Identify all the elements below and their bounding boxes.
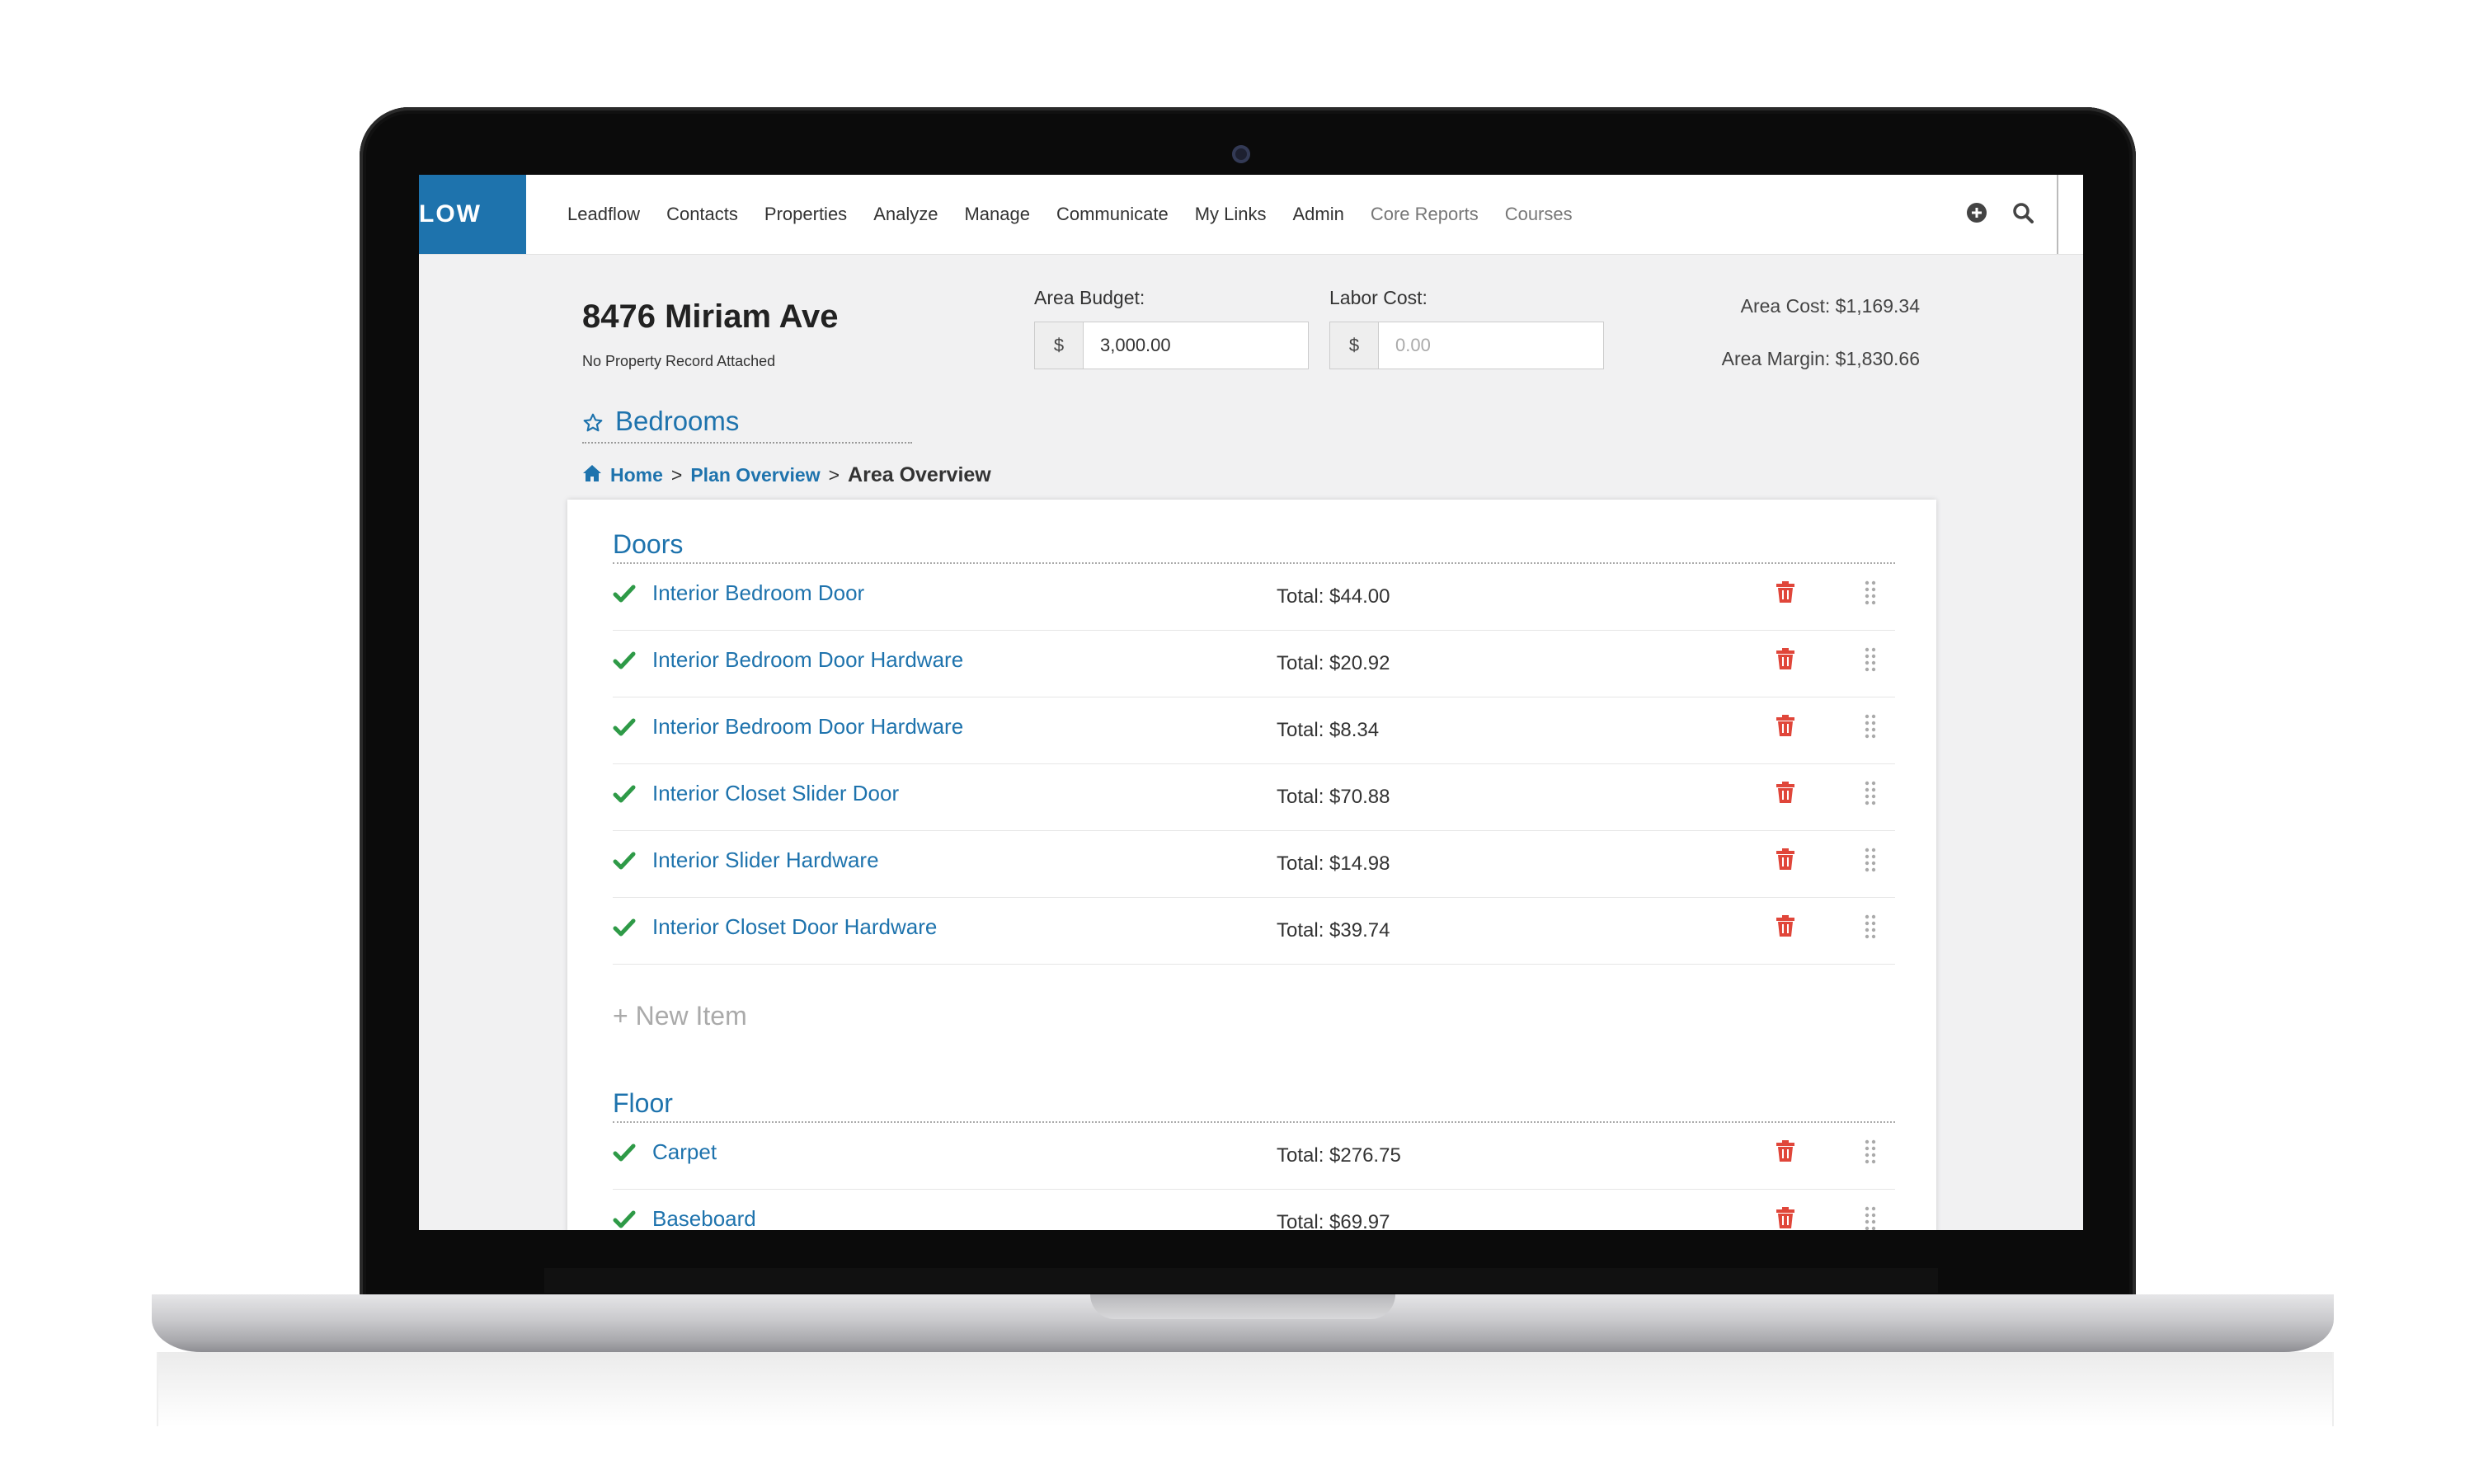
logo-text: LOW (419, 200, 482, 228)
trash-icon[interactable] (1776, 848, 1795, 875)
nav-item-contacts[interactable]: Contacts (666, 175, 738, 254)
item-total: Total: $70.88 (1277, 786, 1390, 808)
section-title: Floor (613, 1082, 1895, 1123)
drag-handle-icon[interactable] (1865, 647, 1876, 678)
nav-item-manage[interactable]: Manage (964, 175, 1030, 254)
check-icon (613, 716, 636, 743)
section-floor: Floor Carpet Total: $276.75 Baseboard To… (613, 1082, 1895, 1230)
home-icon[interactable] (582, 464, 602, 487)
list-item: Interior Bedroom Door Total: $44.00 (613, 564, 1895, 631)
trash-icon[interactable] (1776, 714, 1795, 741)
check-icon (613, 1208, 636, 1230)
app-logo[interactable]: LOW (419, 175, 526, 254)
item-total: Total: $20.92 (1277, 652, 1390, 674)
items-card: Doors Interior Bedroom Door Total: $44.0… (567, 500, 1936, 1230)
property-title: 8476 Miriam Ave (582, 298, 839, 335)
search-icon[interactable] (2012, 202, 2034, 228)
check-icon (613, 849, 636, 876)
item-name[interactable]: Interior Bedroom Door Hardware (652, 647, 963, 673)
section-doors: Doors Interior Bedroom Door Total: $44.0… (613, 523, 1895, 1062)
item-total: Total: $14.98 (1277, 852, 1390, 875)
nav-item-leadflow[interactable]: Leadflow (567, 175, 640, 254)
add-circle-icon[interactable] (1966, 202, 1987, 228)
breadcrumb-current: Area Overview (848, 463, 991, 486)
breadcrumb-separator: > (670, 464, 683, 486)
drag-handle-icon[interactable] (1865, 1139, 1876, 1170)
area-margin: Area Margin: $1,830.66 (1721, 348, 1920, 369)
currency-addon: $ (1330, 322, 1379, 369)
item-total: Total: $8.34 (1277, 719, 1380, 741)
check-icon (613, 649, 636, 676)
list-item: Interior Bedroom Door Hardware Total: $8… (613, 697, 1895, 764)
star-icon[interactable] (582, 412, 604, 438)
trash-icon[interactable] (1776, 914, 1795, 942)
nav-item-analyze[interactable]: Analyze (873, 175, 938, 254)
breadcrumb-separator: > (828, 464, 840, 486)
trash-icon[interactable] (1776, 1206, 1795, 1230)
labor-cost-label: Labor Cost: (1329, 287, 1427, 308)
item-name[interactable]: Interior Closet Door Hardware (652, 914, 937, 940)
list-item: Carpet Total: $276.75 (613, 1123, 1895, 1190)
check-icon (613, 1141, 636, 1168)
item-name[interactable]: Interior Slider Hardware (652, 848, 879, 873)
list-item: Baseboard Total: $69.97 (613, 1190, 1895, 1230)
app-screen: LOW Leadflow Contacts Properties Analyze… (419, 175, 2083, 1230)
new-item-button[interactable]: + New Item (613, 965, 1895, 1062)
breadcrumb: Home > Plan Overview > Area Overview (582, 463, 991, 487)
list-item: Interior Closet Slider Door Total: $70.8… (613, 764, 1895, 831)
check-icon (613, 916, 636, 943)
check-icon (613, 782, 636, 810)
nav-item-admin[interactable]: Admin (1293, 175, 1344, 254)
item-total: Total: $44.00 (1277, 585, 1390, 608)
currency-addon: $ (1035, 322, 1084, 369)
nav-menu: Leadflow Contacts Properties Analyze Man… (567, 175, 1599, 254)
section-title: Doors (613, 523, 1895, 564)
nav-item-properties[interactable]: Properties (764, 175, 847, 254)
area-budget-field: $ (1034, 322, 1309, 369)
top-navigation: LOW Leadflow Contacts Properties Analyze… (419, 175, 2083, 255)
item-name[interactable]: Carpet (652, 1139, 717, 1165)
item-name[interactable]: Interior Bedroom Door Hardware (652, 714, 963, 740)
item-total: Total: $39.74 (1277, 919, 1390, 942)
nav-item-core-reports[interactable]: Core Reports (1371, 175, 1479, 254)
trash-icon[interactable] (1776, 580, 1795, 608)
drag-handle-icon[interactable] (1865, 580, 1876, 611)
laptop-bezel (544, 1268, 1938, 1293)
breadcrumb-plan-overview[interactable]: Plan Overview (690, 464, 820, 486)
nav-divider (2057, 175, 2058, 254)
list-item: Interior Bedroom Door Hardware Total: $2… (613, 631, 1895, 697)
drag-handle-icon[interactable] (1865, 848, 1876, 878)
nav-item-my-links[interactable]: My Links (1195, 175, 1267, 254)
nav-icon-group (1966, 175, 2034, 254)
list-item: Interior Closet Door Hardware Total: $39… (613, 898, 1895, 965)
area-budget-input[interactable] (1084, 322, 1308, 369)
nav-item-communicate[interactable]: Communicate (1056, 175, 1169, 254)
laptop-notch (1090, 1294, 1395, 1319)
item-total: Total: $276.75 (1277, 1144, 1401, 1167)
property-subtitle: No Property Record Attached (582, 353, 776, 369)
nav-item-courses[interactable]: Courses (1505, 175, 1573, 254)
item-name[interactable]: Interior Bedroom Door (652, 580, 864, 606)
drag-handle-icon[interactable] (1865, 1206, 1876, 1230)
labor-cost-input[interactable] (1379, 322, 1603, 369)
drag-handle-icon[interactable] (1865, 714, 1876, 744)
laptop-shadow (157, 1352, 2334, 1426)
camera-icon (1232, 145, 1250, 163)
check-icon (613, 582, 636, 609)
drag-handle-icon[interactable] (1865, 914, 1876, 945)
labor-cost-field: $ (1329, 322, 1604, 369)
breadcrumb-home[interactable]: Home (610, 464, 663, 486)
trash-icon[interactable] (1776, 647, 1795, 674)
trash-icon[interactable] (1776, 1139, 1795, 1167)
list-item: Interior Slider Hardware Total: $14.98 (613, 831, 1895, 898)
drag-handle-icon[interactable] (1865, 781, 1876, 811)
item-total: Total: $69.97 (1277, 1211, 1390, 1230)
area-budget-label: Area Budget: (1034, 287, 1145, 308)
trash-icon[interactable] (1776, 781, 1795, 808)
area-title[interactable]: Bedrooms (615, 406, 739, 437)
item-name[interactable]: Baseboard (652, 1206, 756, 1230)
area-cost: Area Cost: $1,169.34 (1740, 295, 1920, 317)
item-name[interactable]: Interior Closet Slider Door (652, 781, 899, 806)
area-title-block: Bedrooms (582, 402, 912, 444)
